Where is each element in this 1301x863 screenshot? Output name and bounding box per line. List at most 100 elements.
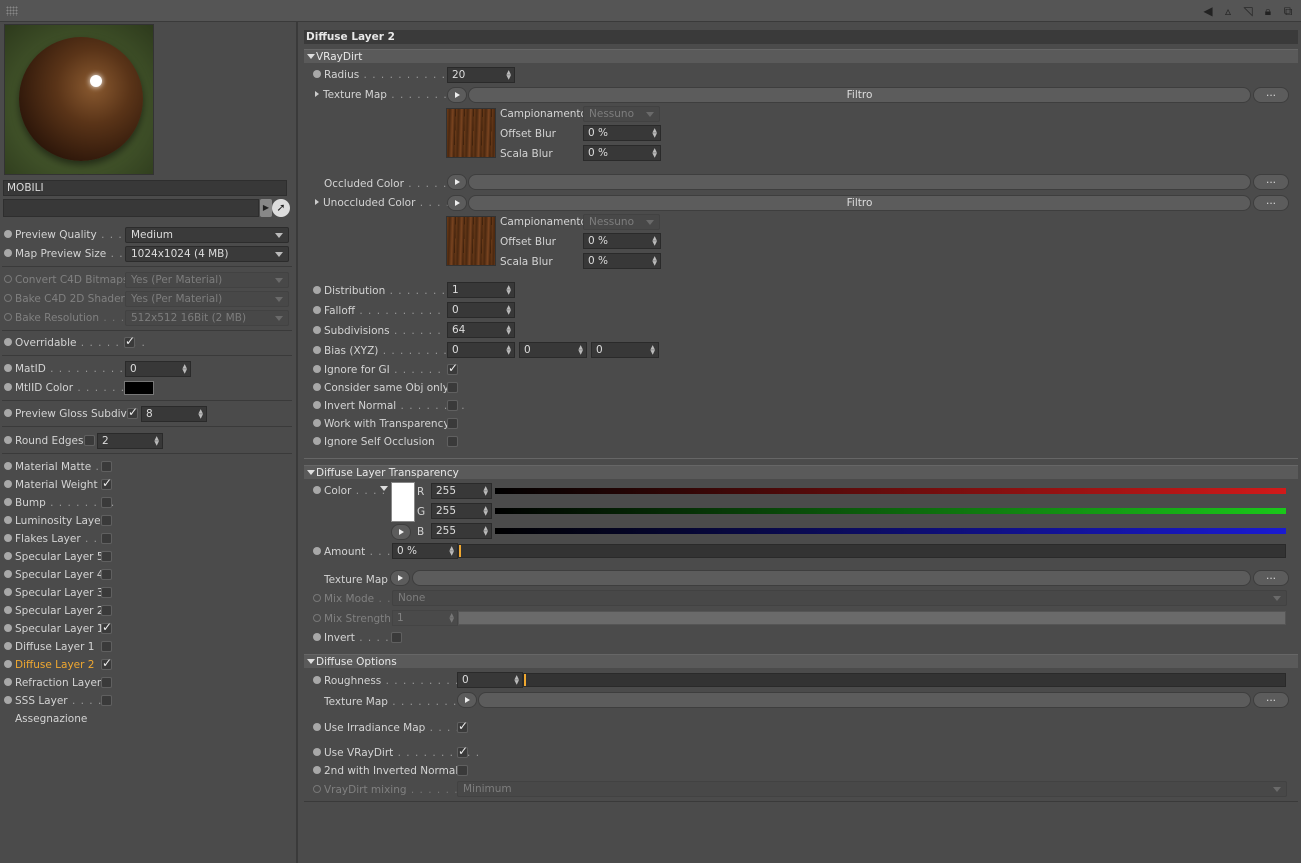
arrow-back-icon[interactable]: ◀ <box>1201 4 1215 18</box>
animate-dot-icon[interactable] <box>313 766 321 774</box>
ignore-for-gi-checkbox[interactable] <box>447 361 458 375</box>
transparency-section-header[interactable]: Diffuse Layer Transparency <box>304 465 1298 479</box>
green-slider[interactable] <box>495 508 1286 514</box>
animate-dot-icon[interactable] <box>313 676 321 684</box>
animate-dot-icon[interactable] <box>4 436 12 444</box>
red-input[interactable]: 255 ▲ ▼ <box>431 483 492 499</box>
round-edges-checkbox[interactable] <box>84 435 95 446</box>
invert-normal-checkbox[interactable] <box>447 400 458 411</box>
second-inverted-normals-checkbox[interactable] <box>457 765 468 776</box>
bias-x-input[interactable]: 0 ▲ ▼ <box>447 342 515 358</box>
transparency-texture-play-button[interactable] <box>390 570 410 586</box>
animate-dot-icon[interactable] <box>313 286 321 294</box>
pick-cursor-icon[interactable]: ➚ <box>272 199 290 217</box>
options-texture-play-button[interactable] <box>457 692 477 708</box>
blue-input[interactable]: 255 ▲ ▼ <box>431 523 492 539</box>
options-texture-shader-button[interactable] <box>478 692 1251 708</box>
material-matte-checkbox[interactable] <box>101 461 112 472</box>
occluded-color-play-button[interactable] <box>447 174 467 190</box>
roughness-slider[interactable] <box>523 673 1286 687</box>
slider-handle[interactable] <box>459 545 461 557</box>
bump-checkbox[interactable] <box>101 497 112 508</box>
luminosity-layer-checkbox[interactable] <box>101 515 112 526</box>
transparency-texture-shader-button[interactable] <box>412 570 1251 586</box>
falloff-input[interactable]: 0 ▲ ▼ <box>447 302 515 318</box>
animate-dot-icon[interactable] <box>313 486 321 494</box>
slider-handle[interactable] <box>524 674 526 686</box>
animate-dot-icon[interactable] <box>313 419 321 427</box>
subdivisions-input[interactable]: 64 ▲ ▼ <box>447 322 515 338</box>
animate-dot-icon[interactable] <box>4 516 12 524</box>
animate-dot-icon[interactable] <box>4 678 12 686</box>
options-texture-more-button[interactable]: ... <box>1253 692 1289 708</box>
animate-dot-icon[interactable] <box>4 338 12 346</box>
scala-blur-input[interactable]: 0 % ▲ ▼ <box>583 145 661 161</box>
color-swatch[interactable] <box>391 482 415 522</box>
animate-dot-icon[interactable] <box>4 660 12 668</box>
material-search-field[interactable] <box>3 199 259 217</box>
assegnazione-tab[interactable]: Assegnazione <box>15 711 87 727</box>
work-with-transparency-checkbox[interactable] <box>447 418 458 429</box>
material-preview[interactable] <box>4 24 154 175</box>
map-preview-size-dropdown[interactable]: 1024x1024 (4 MB) <box>125 246 289 262</box>
arrow-up-icon[interactable]: ▵ <box>1221 4 1235 18</box>
transparency-texture-more-button[interactable]: ... <box>1253 570 1289 586</box>
invert-checkbox[interactable] <box>391 632 402 643</box>
animate-dot-icon[interactable] <box>313 346 321 354</box>
preview-gloss-subdivs-input[interactable]: 8 ▲ ▼ <box>141 406 207 422</box>
animate-dot-icon[interactable] <box>313 383 321 391</box>
animate-dot-icon[interactable] <box>4 534 12 542</box>
material-weight-checkbox[interactable] <box>101 476 112 490</box>
mtlid-color-swatch[interactable] <box>124 381 154 395</box>
diffuse-layer-2-checkbox[interactable] <box>101 656 112 670</box>
diffuse-layer-1-checkbox[interactable] <box>101 641 112 652</box>
animate-dot-icon[interactable] <box>313 723 321 731</box>
vraydirt-section-header[interactable]: VRayDirt <box>304 49 1298 63</box>
color-menu-icon[interactable] <box>380 486 388 491</box>
animate-dot-icon[interactable] <box>4 552 12 560</box>
green-input[interactable]: 255 ▲ ▼ <box>431 503 492 519</box>
preview-quality-dropdown[interactable]: Medium <box>125 227 289 243</box>
occluded-color-shader-button[interactable] <box>468 174 1251 190</box>
amount-input[interactable]: 0 % ▲ ▼ <box>392 543 458 559</box>
overridable-checkbox[interactable] <box>124 334 135 348</box>
ignore-self-occlusion-checkbox[interactable] <box>447 436 458 447</box>
animate-dot-icon[interactable] <box>4 409 12 417</box>
occluded-color-more-button[interactable]: ... <box>1253 174 1289 190</box>
texture-map-more-button[interactable]: ... <box>1253 87 1289 103</box>
unoccluded-color-shader-button[interactable]: Filtro <box>468 195 1251 211</box>
animate-dot-icon[interactable] <box>313 547 321 555</box>
animate-dot-icon[interactable] <box>4 696 12 704</box>
bias-z-input[interactable]: 0 ▲ ▼ <box>591 342 659 358</box>
preview-gloss-subdivs-checkbox[interactable] <box>127 405 138 419</box>
animate-dot-icon[interactable] <box>313 326 321 334</box>
matid-input[interactable]: 0 ▲ ▼ <box>125 361 191 377</box>
lock-icon[interactable]: 🔒︎ <box>1261 4 1275 18</box>
distribution-input[interactable]: 1 ▲ ▼ <box>447 282 515 298</box>
animate-dot-icon[interactable] <box>4 588 12 596</box>
unoccluded-color-play-button[interactable] <box>447 195 467 211</box>
offset-blur-input[interactable]: 0 % ▲ ▼ <box>583 125 661 141</box>
expand-arrow-button[interactable]: ▶ <box>260 199 272 217</box>
expand-triangle-icon[interactable] <box>315 91 319 97</box>
diffuse-options-section-header[interactable]: Diffuse Options <box>304 654 1298 668</box>
roughness-input[interactable]: 0 ▲ ▼ <box>457 672 523 688</box>
animate-dot-icon[interactable] <box>4 642 12 650</box>
red-slider[interactable] <box>495 488 1286 494</box>
animate-dot-icon[interactable] <box>313 365 321 373</box>
scala-blur-input[interactable]: 0 % ▲ ▼ <box>583 253 661 269</box>
use-vraydirt-checkbox[interactable] <box>457 744 468 758</box>
sss-layer-checkbox[interactable] <box>101 695 112 706</box>
specular-layer-5-checkbox[interactable] <box>101 551 112 562</box>
offset-blur-input[interactable]: 0 % ▲ ▼ <box>583 233 661 249</box>
specular-layer-3-checkbox[interactable] <box>101 587 112 598</box>
round-edges-input[interactable]: 2 ▲ ▼ <box>97 433 163 449</box>
animate-dot-icon[interactable] <box>313 70 321 78</box>
material-name-field[interactable]: MOBILI <box>3 180 287 196</box>
animate-dot-icon[interactable] <box>4 462 12 470</box>
animate-dot-icon[interactable] <box>4 383 12 391</box>
new-window-icon[interactable]: ⧉ <box>1281 4 1295 18</box>
consider-same-obj-checkbox[interactable] <box>447 382 458 393</box>
use-irradiance-map-checkbox[interactable] <box>457 719 468 733</box>
expand-triangle-icon[interactable] <box>315 199 319 205</box>
